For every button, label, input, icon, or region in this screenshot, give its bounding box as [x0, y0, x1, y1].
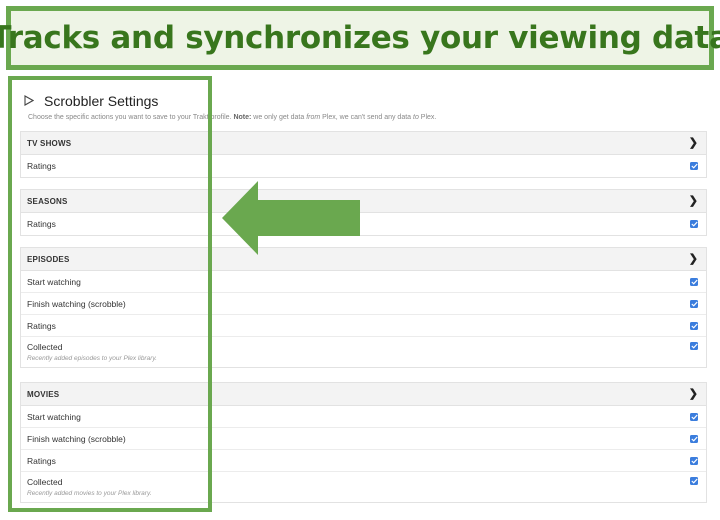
section-title: EPISODES — [27, 254, 70, 264]
setting-label: Ratings — [27, 161, 56, 171]
setting-row: Ratings — [21, 155, 706, 177]
checkmark-icon — [690, 279, 698, 285]
movies-finish-checkbox[interactable] — [690, 434, 698, 443]
episodes-start-checkbox[interactable] — [690, 277, 698, 286]
setting-row: Start watching — [21, 406, 706, 428]
setting-row: Collected Recently added episodes to you… — [21, 337, 706, 367]
chevron-right-icon[interactable]: ❯ — [689, 137, 698, 149]
chevron-right-icon[interactable]: ❯ — [689, 388, 698, 400]
play-outline-icon — [24, 95, 36, 107]
section-header-tv-shows[interactable]: TV SHOWS ❯ — [21, 132, 706, 155]
setting-label: Start watching — [27, 411, 81, 422]
setting-label: Ratings — [27, 219, 56, 229]
seasons-ratings-checkbox[interactable] — [690, 220, 698, 228]
episodes-collected-checkbox[interactable] — [690, 342, 698, 350]
setting-label: Finish watching (scrobble) — [27, 298, 126, 309]
chevron-right-icon[interactable]: ❯ — [689, 253, 698, 265]
episodes-ratings-checkbox[interactable] — [690, 321, 698, 330]
setting-label: Collected — [27, 342, 63, 352]
note-label: Note: — [233, 114, 252, 121]
checkmark-icon — [690, 301, 698, 307]
banner-text: Tracks and synchronizes your viewing dat… — [0, 20, 720, 56]
section-episodes: EPISODES ❯ Start watching Finish watchin… — [20, 247, 707, 368]
setting-row: Ratings — [21, 315, 706, 337]
setting-label: Ratings — [27, 320, 56, 331]
arrow-left-icon — [222, 181, 360, 255]
setting-label: Ratings — [27, 455, 56, 466]
movies-ratings-checkbox[interactable] — [690, 456, 698, 465]
setting-row: Ratings — [21, 450, 706, 472]
section-title: SEASONS — [27, 196, 68, 206]
movies-start-checkbox[interactable] — [690, 412, 698, 421]
scrobbler-settings-header: Scrobbler Settings Choose the specific a… — [20, 88, 707, 126]
checkmark-icon — [690, 221, 698, 227]
setting-label: Collected — [27, 477, 63, 487]
checkmark-icon — [690, 343, 698, 349]
setting-row: Ratings — [21, 213, 706, 235]
setting-sublabel: Recently added episodes to your Plex lib… — [27, 355, 157, 362]
episodes-finish-checkbox[interactable] — [690, 299, 698, 308]
setting-row: Finish watching (scrobble) — [21, 293, 706, 315]
checkmark-icon — [690, 323, 698, 329]
promo-banner: Tracks and synchronizes your viewing dat… — [0, 6, 720, 70]
page-title: Scrobbler Settings — [44, 93, 159, 109]
tv-ratings-checkbox[interactable] — [690, 162, 698, 170]
checkmark-icon — [690, 414, 698, 420]
section-header-seasons[interactable]: SEASONS ❯ — [21, 190, 706, 213]
checkmark-icon — [690, 163, 698, 169]
section-title: MOVIES — [27, 389, 60, 399]
section-movies: MOVIES ❯ Start watching Finish watching … — [20, 382, 707, 503]
chevron-right-icon[interactable]: ❯ — [689, 195, 698, 207]
section-header-episodes[interactable]: EPISODES ❯ — [21, 248, 706, 271]
checkmark-icon — [690, 436, 698, 442]
movies-collected-checkbox[interactable] — [690, 477, 698, 485]
setting-row: Finish watching (scrobble) — [21, 428, 706, 450]
section-header-movies[interactable]: MOVIES ❯ — [21, 383, 706, 406]
checkmark-icon — [690, 478, 698, 484]
section-tv-shows: TV SHOWS ❯ Ratings — [20, 131, 707, 178]
setting-label: Finish watching (scrobble) — [27, 433, 126, 444]
setting-label: Start watching — [27, 276, 81, 287]
settings-description: Choose the specific actions you want to … — [28, 114, 437, 121]
section-seasons: SEASONS ❯ Ratings — [20, 189, 707, 236]
setting-row: Start watching — [21, 271, 706, 293]
checkmark-icon — [690, 458, 698, 464]
setting-sublabel: Recently added movies to your Plex libra… — [27, 490, 152, 497]
section-title: TV SHOWS — [27, 138, 72, 148]
setting-row: Collected Recently added movies to your … — [21, 472, 706, 502]
